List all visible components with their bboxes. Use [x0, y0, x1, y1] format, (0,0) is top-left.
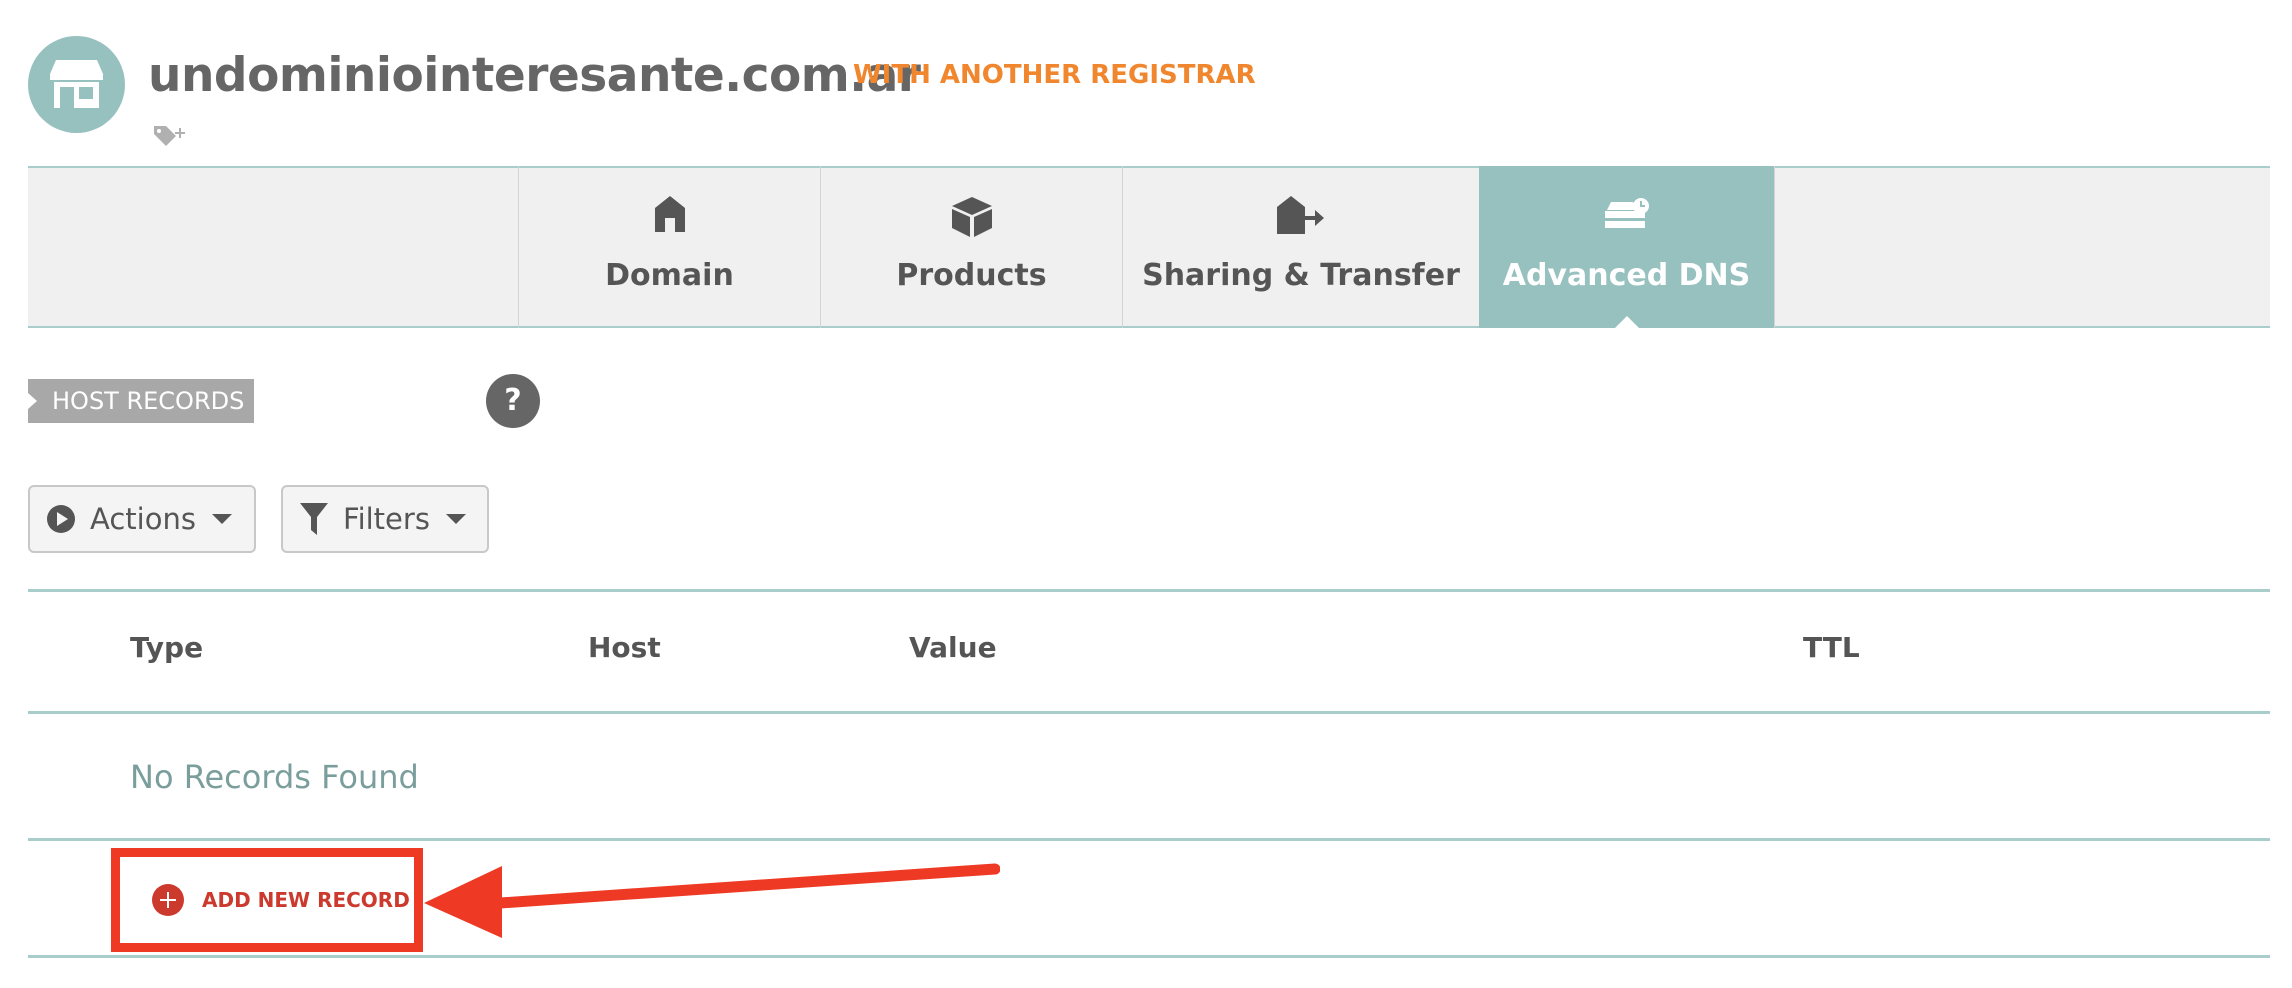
tab-label: Products — [896, 258, 1047, 293]
tab-domain[interactable]: Domain — [518, 166, 820, 328]
add-new-record-label: ADD NEW RECORD — [202, 888, 410, 912]
table-divider — [28, 711, 2270, 714]
tag-add-icon[interactable] — [152, 124, 186, 154]
funnel-icon — [299, 502, 329, 536]
column-header-type: Type — [130, 631, 204, 664]
column-header-ttl: TTL — [1803, 631, 1860, 664]
domain-title: undominiointeresante.com.ar — [148, 48, 921, 103]
tab-sharing-transfer[interactable]: Sharing & Transfer — [1122, 166, 1479, 328]
domain-avatar — [28, 36, 125, 133]
tab-products[interactable]: Products — [820, 166, 1122, 328]
tab-label: Sharing & Transfer — [1142, 258, 1460, 293]
tab-label: Domain — [605, 258, 734, 293]
tab-divider — [1774, 166, 1775, 328]
storefront-icon — [50, 60, 103, 108]
column-header-host: Host — [588, 631, 661, 664]
server-icon — [1604, 198, 1649, 228]
home-icon — [654, 196, 685, 232]
annotation-arrow — [424, 863, 1000, 938]
help-button[interactable]: ? — [486, 374, 540, 428]
column-header-value: Value — [909, 631, 997, 664]
table-divider — [28, 955, 2270, 958]
table-divider — [28, 589, 2270, 592]
actions-label: Actions — [90, 502, 196, 536]
house-arrow-icon — [1277, 196, 1324, 234]
add-new-record-button[interactable]: ADD NEW RECORD — [152, 882, 410, 918]
actions-button[interactable]: Actions — [28, 485, 256, 553]
filters-label: Filters — [343, 502, 430, 536]
plus-circle-icon — [152, 884, 184, 916]
tab-label: Advanced DNS — [1502, 258, 1751, 293]
chevron-down-icon — [445, 514, 466, 524]
chevron-down-icon — [211, 514, 232, 524]
tab-advanced-dns[interactable]: Advanced DNS — [1479, 166, 1774, 330]
empty-message: No Records Found — [130, 758, 419, 796]
table-divider — [28, 838, 2270, 841]
play-circle-icon — [46, 504, 76, 534]
box-icon — [951, 197, 992, 237]
section-label: HOST RECORDS — [28, 379, 254, 423]
registrar-badge: WITH ANOTHER REGISTRAR — [853, 60, 1256, 90]
filters-button[interactable]: Filters — [281, 485, 489, 553]
